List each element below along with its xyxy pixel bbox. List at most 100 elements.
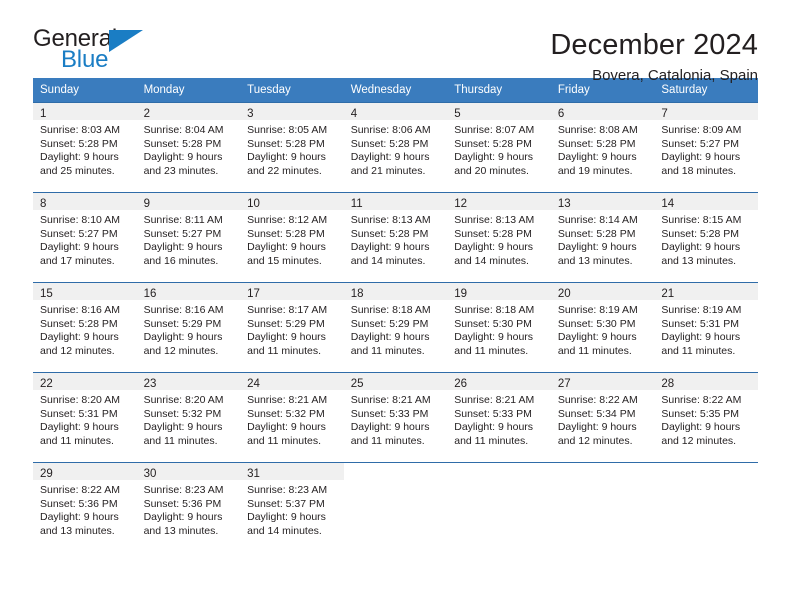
sunrise-text: Sunrise: 8:21 AM — [454, 394, 535, 406]
day-number: 17 — [247, 288, 260, 300]
calendar-day-cell[interactable]: 25 Sunrise: 8:21 AM Sunset: 5:33 PM Dayligh… — [343, 372, 448, 463]
calendar-day-cell[interactable]: 11 Sunrise: 8:13 AM Sunset: 5:28 PM Dayligh… — [343, 192, 448, 283]
day-cell-details — [551, 480, 655, 484]
calendar-day-cell[interactable]: 20 Sunrise: 8:19 AM Sunset: 5:30 PM Dayligh… — [550, 282, 655, 373]
calendar-day-cell[interactable]: 18 Sunrise: 8:18 AM Sunset: 5:29 PM Dayligh… — [343, 282, 448, 373]
daylight-text-line1: Daylight: 9 hours — [247, 421, 326, 434]
sunset-text: Sunset: 5:29 PM — [350, 317, 429, 330]
calendar-week-row: 22 Sunrise: 8:20 AM Sunset: 5:31 PM Dayligh… — [33, 372, 758, 463]
calendar-day-cell[interactable]: 2 Sunrise: 8:04 AM Sunset: 5:28 PM Daylight… — [136, 102, 241, 193]
day-cell-inner: 7 Sunrise: 8:09 AM Sunset: 5:27 PM Daylight… — [654, 103, 758, 192]
sunrise-text: Sunrise: 8:12 AM — [247, 214, 328, 226]
day-number: 19 — [454, 288, 468, 300]
calendar-day-cell[interactable]: 17 Sunrise: 8:17 AM Sunset: 5:29 PM Dayligh… — [240, 282, 344, 373]
day-number-band: 23 — [136, 373, 241, 390]
daylight-text-line2: and 11 minutes. — [247, 434, 322, 447]
calendar-day-cell[interactable]: 4 Sunrise: 8:06 AM Sunset: 5:28 PM Daylight… — [343, 102, 448, 193]
day-number-band — [654, 463, 758, 480]
sunset-text: Sunset: 5:37 PM — [247, 497, 325, 510]
daylight-text-line1: Daylight: 9 hours — [247, 151, 326, 164]
calendar-day-cell[interactable]: 21 Sunrise: 8:19 AM Sunset: 5:31 PM Dayligh… — [654, 282, 758, 373]
day-cell-details: Sunrise: 8:16 AM Sunset: 5:29 PM Daylight:… — [137, 300, 241, 358]
sunrise-text: Sunrise: 8:20 AM — [40, 394, 120, 406]
calendar-day-cell[interactable]: 15 Sunrise: 8:16 AM Sunset: 5:28 PM Dayligh… — [33, 282, 137, 373]
calendar-day-cell[interactable]: 23 Sunrise: 8:20 AM Sunset: 5:32 PM Dayligh… — [136, 372, 241, 463]
calendar-day-cell[interactable]: 12 Sunrise: 8:13 AM Sunset: 5:28 PM Dayligh… — [447, 192, 551, 283]
calendar-day-cell[interactable]: 10 Sunrise: 8:12 AM Sunset: 5:28 PM Dayligh… — [240, 192, 344, 283]
day-cell-details: Sunrise: 8:17 AM Sunset: 5:29 PM Daylight:… — [240, 300, 344, 358]
brand-logo[interactable]: General Blue — [33, 26, 173, 74]
calendar-day-cell[interactable]: 30 Sunrise: 8:23 AM Sunset: 5:36 PM Dayligh… — [136, 462, 241, 553]
day-number-band: 31 — [240, 463, 344, 480]
calendar-day-cell[interactable]: 7 Sunrise: 8:09 AM Sunset: 5:27 PM Daylight… — [654, 102, 758, 193]
daylight-text-line1: Daylight: 9 hours — [661, 241, 741, 254]
calendar-day-cell[interactable]: 19 Sunrise: 8:18 AM Sunset: 5:30 PM Dayligh… — [447, 282, 551, 373]
day-number-band: 4 — [343, 103, 448, 120]
daylight-text-line1: Daylight: 9 hours — [454, 241, 534, 254]
daylight-text-line2: and 11 minutes. — [454, 344, 529, 357]
calendar-day-cell[interactable]: 16 Sunrise: 8:16 AM Sunset: 5:29 PM Dayligh… — [136, 282, 241, 373]
day-cell-details: Sunrise: 8:04 AM Sunset: 5:28 PM Daylight:… — [137, 120, 241, 178]
day-number-band: 12 — [447, 193, 551, 210]
daylight-text-line1: Daylight: 9 hours — [557, 151, 637, 164]
calendar-day-cell[interactable]: 5 Sunrise: 8:07 AM Sunset: 5:28 PM Daylight… — [447, 102, 551, 193]
calendar-day-cell[interactable]: 22 Sunrise: 8:20 AM Sunset: 5:31 PM Dayligh… — [33, 372, 137, 463]
sunset-text: Sunset: 5:28 PM — [247, 137, 325, 150]
daylight-text-line2: and 11 minutes. — [350, 434, 425, 447]
day-number-band: 27 — [550, 373, 655, 390]
calendar-day-cell[interactable]: 13 Sunrise: 8:14 AM Sunset: 5:28 PM Dayligh… — [550, 192, 655, 283]
sunrise-text: Sunrise: 8:07 AM — [454, 124, 535, 136]
sunrise-text: Sunrise: 8:23 AM — [143, 484, 224, 496]
day-number: 15 — [40, 288, 53, 300]
day-number: 16 — [143, 288, 157, 300]
calendar-day-cell[interactable]: 3 Sunrise: 8:05 AM Sunset: 5:28 PM Daylight… — [240, 102, 344, 193]
sunset-text: Sunset: 5:28 PM — [454, 227, 532, 240]
day-cell-details: Sunrise: 8:10 AM Sunset: 5:27 PM Daylight:… — [33, 210, 137, 268]
sunset-text: Sunset: 5:28 PM — [350, 137, 429, 150]
day-cell-inner: 31 Sunrise: 8:23 AM Sunset: 5:37 PM Dayligh… — [240, 463, 344, 553]
day-cell-details: Sunrise: 8:13 AM Sunset: 5:28 PM Daylight:… — [447, 210, 551, 268]
daylight-text-line1: Daylight: 9 hours — [454, 421, 534, 434]
sunrise-text: Sunrise: 8:05 AM — [247, 124, 328, 136]
calendar-day-cell[interactable]: 27 Sunrise: 8:22 AM Sunset: 5:34 PM Dayligh… — [550, 372, 655, 463]
day-number-band: 17 — [240, 283, 344, 300]
day-number: 23 — [143, 378, 157, 390]
sunset-text: Sunset: 5:29 PM — [247, 317, 325, 330]
day-cell-inner: 26 Sunrise: 8:21 AM Sunset: 5:33 PM Dayligh… — [447, 373, 551, 462]
day-number: 27 — [557, 378, 571, 390]
sunrise-text: Sunrise: 8:13 AM — [454, 214, 535, 226]
calendar-day-cell[interactable]: 24 Sunrise: 8:21 AM Sunset: 5:32 PM Dayligh… — [240, 372, 344, 463]
daylight-text-line2: and 11 minutes. — [557, 344, 632, 357]
day-cell-inner: 21 Sunrise: 8:19 AM Sunset: 5:31 PM Dayligh… — [654, 283, 758, 372]
day-number-band — [447, 463, 551, 480]
calendar-day-cell[interactable]: 31 Sunrise: 8:23 AM Sunset: 5:37 PM Dayligh… — [240, 462, 344, 553]
daylight-text-line2: and 13 minutes. — [143, 524, 219, 537]
daylight-text-line1: Daylight: 9 hours — [143, 241, 223, 254]
calendar-day-cell[interactable]: 14 Sunrise: 8:15 AM Sunset: 5:28 PM Dayligh… — [654, 192, 758, 283]
calendar-day-cell[interactable]: 26 Sunrise: 8:21 AM Sunset: 5:33 PM Dayligh… — [447, 372, 551, 463]
weekday-header-thursday: Thursday — [447, 78, 551, 103]
day-cell-details — [344, 480, 448, 484]
daylight-text-line2: and 11 minutes. — [143, 434, 218, 447]
daylight-text-line1: Daylight: 9 hours — [143, 421, 223, 434]
calendar-day-cell[interactable]: 28 Sunrise: 8:22 AM Sunset: 5:35 PM Dayligh… — [654, 372, 758, 463]
day-cell-details: Sunrise: 8:06 AM Sunset: 5:28 PM Daylight:… — [344, 120, 448, 178]
sunset-text: Sunset: 5:33 PM — [350, 407, 429, 420]
calendar-day-cell[interactable]: 1 Sunrise: 8:03 AM Sunset: 5:28 PM Daylight… — [33, 102, 137, 193]
calendar-day-cell[interactable]: 9 Sunrise: 8:11 AM Sunset: 5:27 PM Daylight… — [136, 192, 241, 283]
day-cell-inner — [654, 463, 758, 553]
day-cell-details: Sunrise: 8:23 AM Sunset: 5:36 PM Daylight:… — [137, 480, 241, 538]
day-number: 24 — [247, 378, 260, 390]
sunrise-text: Sunrise: 8:18 AM — [350, 304, 431, 316]
calendar-day-cell[interactable]: 29 Sunrise: 8:22 AM Sunset: 5:36 PM Dayligh… — [33, 462, 137, 553]
day-cell-details: Sunrise: 8:14 AM Sunset: 5:28 PM Daylight:… — [551, 210, 655, 268]
calendar-day-cell[interactable]: 6 Sunrise: 8:08 AM Sunset: 5:28 PM Daylight… — [550, 102, 655, 193]
daylight-text-line2: and 14 minutes. — [454, 254, 529, 267]
weekday-header-sunday: Sunday — [33, 78, 137, 103]
day-number: 18 — [350, 288, 364, 300]
day-number-band: 24 — [240, 373, 344, 390]
day-cell-inner: 22 Sunrise: 8:20 AM Sunset: 5:31 PM Dayligh… — [33, 373, 137, 462]
daylight-text-line2: and 19 minutes. — [557, 164, 633, 177]
calendar-day-cell[interactable]: 8 Sunrise: 8:10 AM Sunset: 5:27 PM Daylight… — [33, 192, 137, 283]
day-cell-inner: 14 Sunrise: 8:15 AM Sunset: 5:28 PM Dayligh… — [654, 193, 758, 282]
